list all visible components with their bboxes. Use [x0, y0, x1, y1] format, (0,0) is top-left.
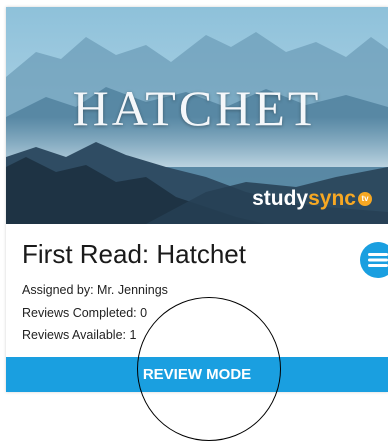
brand-study-text: study: [252, 187, 309, 210]
book-title-overlay: HATCHET: [72, 80, 322, 136]
hamburger-menu-icon: [368, 253, 388, 267]
review-mode-label: REVIEW MODE: [142, 366, 252, 383]
brand-sync-text: sync: [308, 187, 356, 210]
assigned-by-text: Assigned by: Mr. Jennings: [22, 283, 168, 297]
options-menu-button[interactable]: [360, 242, 388, 278]
assignment-title[interactable]: First Read: Hatchet: [22, 239, 246, 270]
studysync-logo: study sync tv: [252, 187, 372, 211]
reviews-completed-text: Reviews Completed: 0: [22, 306, 148, 320]
assignment-card: HATCHET study sync tv First Read: Hatchet …: [6, 7, 388, 392]
reviews-available-text: Reviews Available: 1: [22, 328, 137, 342]
review-mode-button[interactable]: REVIEW MODE: [6, 357, 388, 392]
book-cover-banner[interactable]: HATCHET study sync tv: [6, 7, 388, 224]
tv-badge-icon: tv: [358, 192, 372, 206]
